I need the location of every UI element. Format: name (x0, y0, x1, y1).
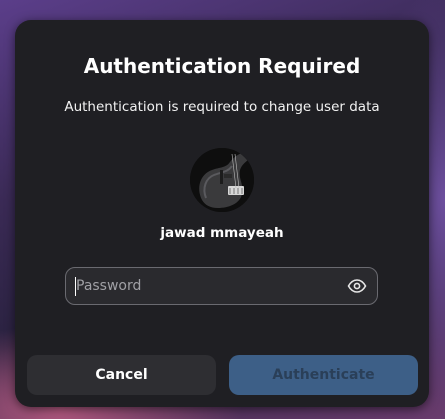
password-field[interactable] (65, 267, 378, 305)
authenticate-button[interactable]: Authenticate (229, 355, 418, 395)
dialog-title: Authentication Required (83, 54, 361, 78)
eye-icon[interactable] (347, 277, 367, 295)
authentication-dialog: Authentication Required Authentication i… (15, 20, 429, 407)
cancel-button[interactable]: Cancel (27, 355, 216, 395)
user-avatar (190, 148, 254, 212)
user-name: jawad mmayeah (160, 225, 284, 241)
password-input[interactable] (76, 268, 336, 304)
text-caret (75, 277, 76, 296)
bass-guitar-avatar-icon (190, 148, 254, 212)
dialog-description: Authentication is required to change use… (64, 99, 380, 115)
